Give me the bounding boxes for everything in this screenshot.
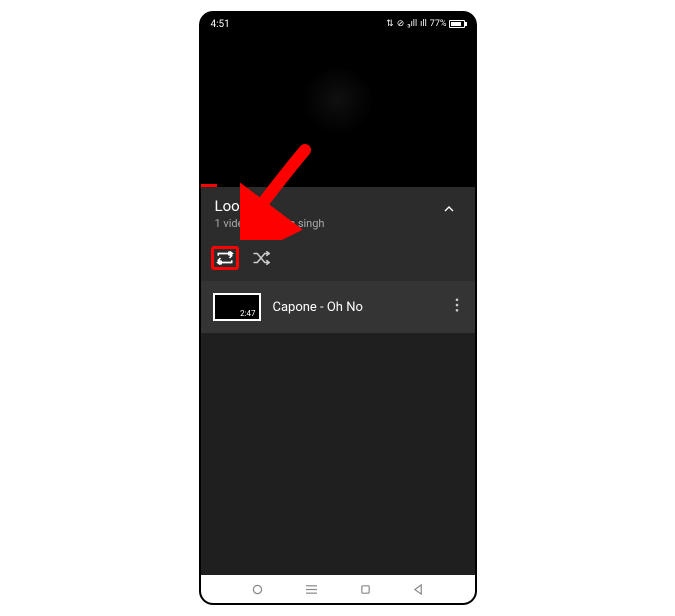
square-icon [360,584,371,595]
nav-recent-button[interactable] [252,584,263,595]
video-progress[interactable] [201,184,217,187]
menu-icon [305,584,318,595]
playlist-header[interactable]: Loop 1 video • Bhavna singh [201,187,475,240]
shuffle-icon [252,251,270,265]
video-menu-button[interactable] [451,298,463,316]
network-icon: ⇅ [386,19,394,29]
playlist-controls [201,240,475,281]
nav-back-button[interactable] [413,584,424,595]
playlist-title: Loop [215,197,325,215]
loop-icon [216,251,234,265]
nav-home-button[interactable] [360,584,371,595]
playlist-empty-area [201,333,475,575]
shuffle-button[interactable] [247,246,275,270]
phone-frame: 4:51 ⇅ ⊘ ₃ıll ıll 77% Loop 1 video • Bha… [199,11,477,605]
battery-fill [451,22,462,26]
status-bar: 4:51 ⇅ ⊘ ₃ıll ıll 77% [201,13,475,35]
nav-menu-button[interactable] [305,584,318,595]
playlist-item[interactable]: 2:47 Capone - Oh No [201,281,475,333]
video-duration: 2:47 [238,309,257,318]
status-time: 4:51 [211,19,230,30]
video-title: Capone - Oh No [273,300,439,315]
loop-button[interactable] [211,246,239,270]
android-nav-bar [201,575,475,603]
video-artwork [303,68,373,138]
battery-icon [449,20,465,28]
collapse-button[interactable] [437,197,461,225]
signal2-icon: ıll [420,19,427,29]
battery-percent: 77% [430,19,447,29]
playlist-subtitle: 1 video • Bhavna singh [215,217,325,230]
signal-icon: ₃ıll [407,19,417,29]
circle-icon [252,584,263,595]
video-thumbnail: 2:47 [213,293,261,321]
battery-indicator: 77% [430,19,465,29]
kebab-icon [455,298,459,312]
status-indicators: ⇅ ⊘ ₃ıll ıll 77% [386,19,464,29]
back-icon [413,584,424,595]
video-player[interactable] [201,35,475,187]
wifi-icon: ⊘ [397,19,405,29]
